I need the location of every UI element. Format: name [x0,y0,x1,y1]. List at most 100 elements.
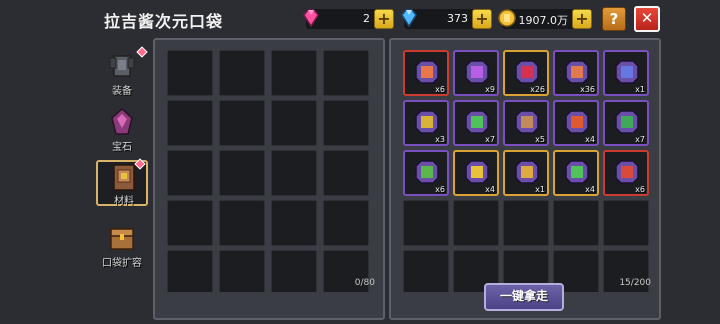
empty-slot[interactable] [323,150,369,196]
tab-gems[interactable]: 宝石 [96,106,148,154]
empty-slot[interactable] [553,200,599,246]
gold-count: 1907.0万 [518,14,569,27]
gold-coin-icon [498,9,516,27]
material-quantity: x1 [535,185,545,194]
empty-slot[interactable] [167,250,213,292]
material-slot-golden-bell[interactable]: x4 [453,150,499,196]
currency-gold: 1907.0万 + [498,9,592,29]
tab-equipment-label: 装备 [112,86,132,97]
empty-slot[interactable] [503,200,549,246]
copper-shard-icon [565,60,589,84]
green-slime-icon [465,110,489,134]
material-slot-crystal-ore[interactable]: x6 [403,50,449,96]
material-quantity: x7 [635,135,645,144]
take-all-button[interactable]: 一键拿走 [484,283,564,311]
page-title: 拉吉酱次元口袋 [104,12,224,31]
empty-slot[interactable] [219,150,265,196]
material-slot-green-bar[interactable]: x7 [603,100,649,146]
material-slot-red-herb[interactable]: x6 [603,150,649,196]
green-dragon-icon [565,160,589,184]
material-slot-golden-cone[interactable]: x3 [403,100,449,146]
empty-slot[interactable] [323,50,369,96]
material-slot-cactus[interactable]: x6 [403,150,449,196]
empty-slot[interactable] [167,200,213,246]
material-slot-purple-rune[interactable]: x9 [453,50,499,96]
material-slot-blue-chest[interactable]: x1 [603,50,649,96]
tab-gems-label: 宝石 [112,142,132,153]
golden-cone-icon [415,110,439,134]
empty-slot[interactable] [271,100,317,146]
red-crystal-icon [515,60,539,84]
armor-icon [109,55,135,77]
tab-equipment[interactable]: 装备 [96,46,148,98]
tab-expand-pocket[interactable]: 口袋扩容 [96,222,148,270]
material-quantity: x1 [635,85,645,94]
bird-feather-icon [515,110,539,134]
material-slot-green-slime[interactable]: x7 [453,100,499,146]
empty-slot[interactable] [167,50,213,96]
crystal-ore-icon [415,60,439,84]
material-quantity: x3 [435,135,445,144]
material-quantity: x6 [635,185,645,194]
add-gold-button[interactable]: + [572,9,592,29]
cactus-icon [415,160,439,184]
currency-pink-gem: 2 + [303,9,394,29]
empty-slot[interactable] [167,100,213,146]
empty-slot[interactable] [219,200,265,246]
close-button[interactable]: ✕ [634,6,660,32]
empty-slot[interactable] [271,150,317,196]
empty-slot[interactable] [167,150,213,196]
material-quantity: x5 [535,135,545,144]
empty-slot[interactable] [323,200,369,246]
empty-slot[interactable] [271,50,317,96]
pocket-storage-grid [159,44,379,292]
empty-slot[interactable] [403,200,449,246]
material-slot-fire-orb[interactable]: x4 [553,100,599,146]
materials-grid: x6 x9 x26 x36 x1 x3 x7 x5 x4 x7 x6 x4 x1 x4 x6 [395,44,655,292]
red-herb-icon [615,160,639,184]
add-blue-gem-button[interactable]: + [472,9,492,29]
header-bar: 拉吉酱次元口袋 2 + 373 + 1907.0万 + ? ✕ [0,0,720,38]
pink-gem-count: 2 [363,12,370,25]
material-slot-red-crystal[interactable]: x26 [503,50,549,96]
fire-orb-icon [565,110,589,134]
pocket-storage-count: 0/80 [354,278,375,288]
gem-icon [111,107,133,135]
help-button[interactable]: ? [602,7,626,31]
purple-rune-icon [465,60,489,84]
empty-slot[interactable] [219,100,265,146]
material-quantity: x36 [580,85,595,94]
empty-slot[interactable] [271,200,317,246]
tab-materials-label: 材料 [114,196,134,207]
empty-slot[interactable] [271,250,317,292]
materials-panel: x6 x9 x26 x36 x1 x3 x7 x5 x4 x7 x6 x4 x1 x4 x6 15/200 [389,38,661,320]
material-quantity: x26 [530,85,545,94]
green-bar-icon [615,110,639,134]
tab-materials[interactable]: 材料 [96,158,148,207]
material-quantity: x9 [485,85,495,94]
material-slot-green-dragon[interactable]: x4 [553,150,599,196]
material-quantity: x4 [585,185,595,194]
materials-count: 15/200 [619,278,651,288]
material-slot-pickaxe[interactable]: x1 [503,150,549,196]
material-slot-copper-shard[interactable]: x36 [553,50,599,96]
empty-slot[interactable] [403,250,449,292]
pickaxe-icon [515,160,539,184]
pocket-storage-panel: 0/80 [153,38,385,320]
empty-slot[interactable] [323,100,369,146]
material-slot-bird-feather[interactable]: x5 [503,100,549,146]
currency-blue-gem: 373 + [401,9,492,29]
material-quantity: x4 [585,135,595,144]
empty-slot[interactable] [453,200,499,246]
empty-slot[interactable] [603,200,649,246]
empty-slot[interactable] [219,250,265,292]
treasure-chest-icon [110,228,134,250]
blue-chest-icon [615,60,639,84]
add-pink-gem-button[interactable]: + [374,9,394,29]
blue-gem-count: 373 [447,12,468,25]
empty-slot[interactable] [219,50,265,96]
pink-gem-icon [303,9,319,28]
material-quantity: x4 [485,185,495,194]
material-quantity: x7 [485,135,495,144]
tab-equipment-badge [136,46,148,58]
